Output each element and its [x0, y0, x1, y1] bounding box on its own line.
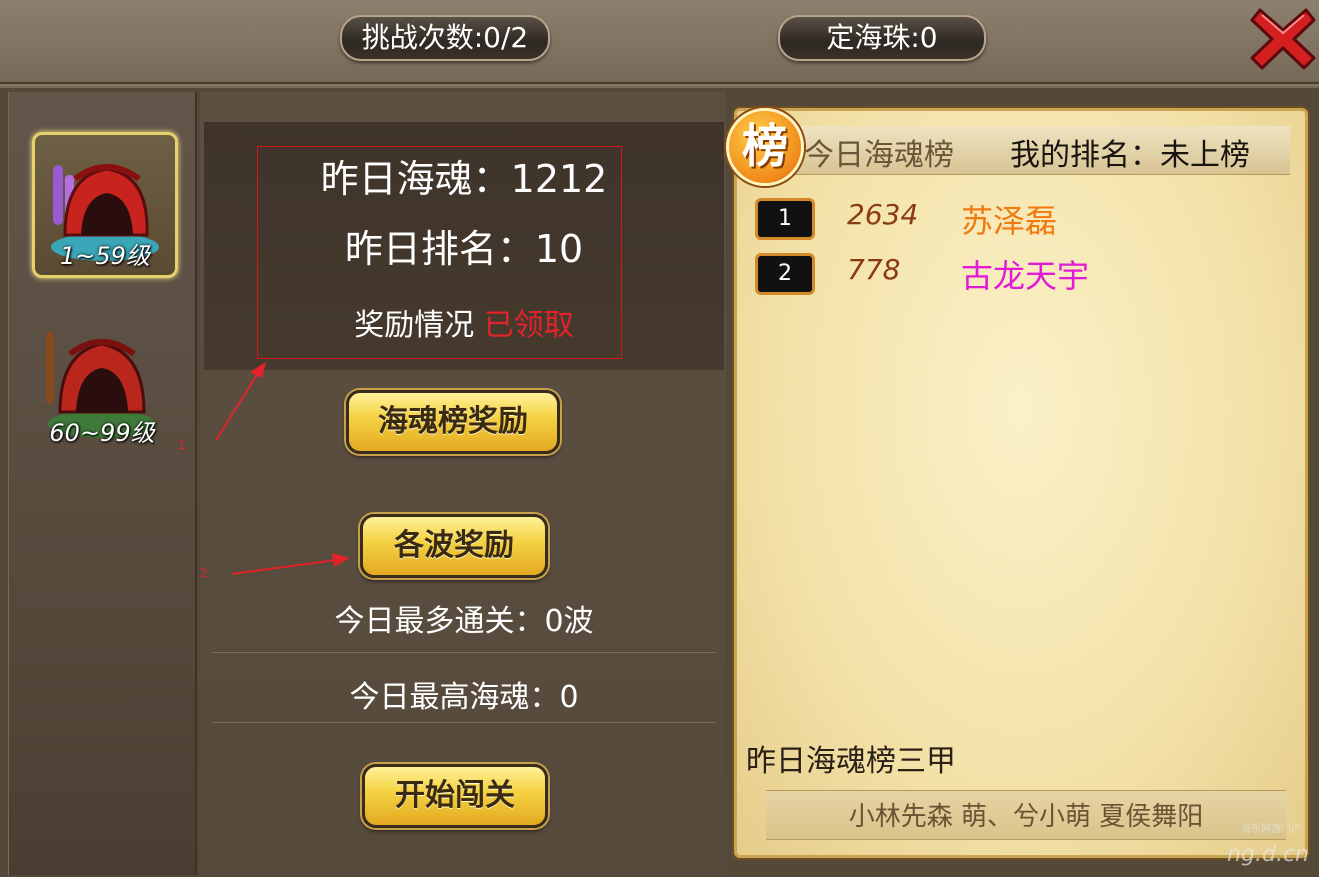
top3-label: 昨日海魂榜三甲 — [746, 744, 956, 779]
divider — [212, 722, 716, 723]
start-challenge-button[interactable]: 开始闯关 — [362, 764, 548, 828]
pearl-count-badge: 定海珠:0 — [778, 15, 986, 61]
tier-label: 60~99级 — [49, 419, 155, 447]
annotation-arrow-1 — [215, 362, 266, 441]
my-rank: 我的排名：未上榜 — [1010, 138, 1250, 173]
reward-status: 奖励情况 已领取 — [204, 300, 724, 344]
divider — [212, 652, 716, 653]
reward-status-value: 已领取 — [483, 308, 574, 343]
game-window: 挑战次数:0/2 定海珠:0 1~59级 60~99级 昨日海魂：1212 昨日… — [0, 0, 1319, 877]
watermark-subtext: 当乐网游门户 — [1241, 824, 1301, 835]
rank-player-name: 古龙天宇 — [961, 257, 1090, 295]
annotation-number-2: 2 — [200, 566, 208, 580]
rank-number: 2 — [755, 253, 815, 295]
today-max-soul: 今日最高海魂：0 — [349, 680, 579, 715]
rank-number: 1 — [755, 198, 815, 240]
soul-rank-reward-button[interactable]: 海魂榜奖励 — [346, 390, 560, 454]
rank-player-name: 苏泽磊 — [961, 202, 1058, 240]
rank-score: 778 — [847, 253, 901, 286]
yesterday-soul: 昨日海魂：1212 — [320, 157, 608, 201]
top3-names: 小林先森 萌、兮小萌 夏侯舞阳 — [848, 802, 1204, 832]
rank-badge-icon: 榜 — [726, 108, 804, 186]
reward-status-label: 奖励情况 — [354, 308, 475, 343]
leaderboard-row[interactable]: 2 778 古龙天宇 — [755, 253, 1255, 295]
annotation-arrow-2 — [231, 553, 350, 575]
annotation-number-1: 1 — [178, 438, 186, 452]
yesterday-rank: 昨日排名：10 — [344, 227, 584, 271]
watermark: ng.d.cn — [1227, 842, 1309, 867]
leaderboard-row[interactable]: 1 2634 苏泽磊 — [755, 198, 1255, 240]
tier-button-60-99[interactable]: 60~99级 — [32, 312, 172, 452]
wave-reward-button[interactable]: 各波奖励 — [360, 514, 548, 578]
leaderboard-title: 今日海魂榜 — [804, 138, 954, 173]
challenge-count-badge: 挑战次数:0/2 — [340, 15, 550, 61]
tier-button-1-59[interactable]: 1~59级 — [32, 132, 178, 278]
tier-label: 1~59级 — [60, 242, 150, 270]
close-icon[interactable] — [1250, 6, 1316, 72]
rank-score: 2634 — [847, 198, 919, 231]
top-bar — [0, 0, 1319, 84]
today-max-wave: 今日最多通关：0波 — [334, 604, 594, 639]
